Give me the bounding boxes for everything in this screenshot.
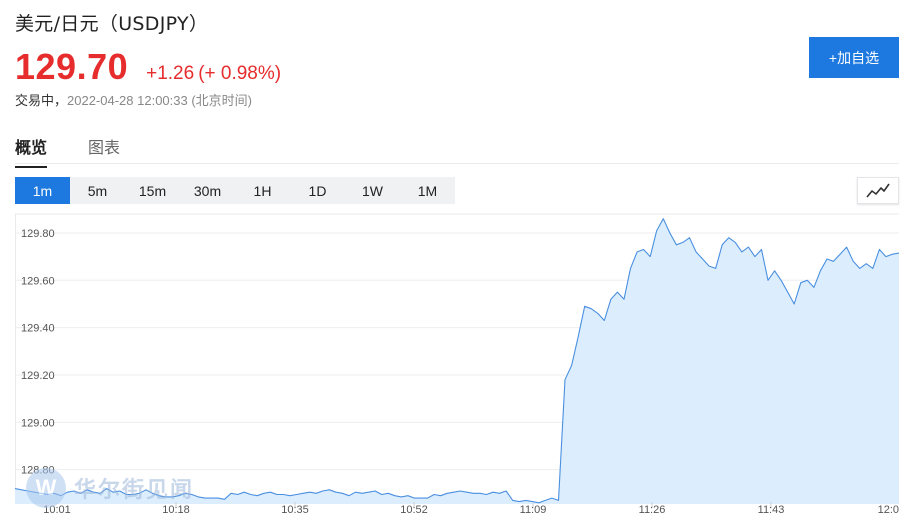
tab-bar: 概览 图表 bbox=[15, 128, 899, 168]
y-tick-label: 129.20 bbox=[21, 370, 55, 382]
price-change: +1.26 bbox=[146, 63, 195, 84]
tab-chart[interactable]: 图表 bbox=[88, 134, 120, 166]
chart-type-button[interactable] bbox=[857, 177, 899, 204]
price-chart-svg: 128.80 129.00 129.20 129.40 129.60 129.80 10:0… bbox=[14, 213, 900, 516]
y-tick-label: 128.80 bbox=[21, 465, 55, 477]
y-tick-label: 129.80 bbox=[21, 228, 55, 240]
period-5m[interactable]: 5m bbox=[70, 177, 125, 204]
period-1d[interactable]: 1D bbox=[290, 177, 345, 204]
price-chart[interactable]: 128.80 129.00 129.20 129.40 129.60 129.80 10:0… bbox=[14, 213, 900, 520]
x-tick-label: 10:18 bbox=[162, 504, 190, 516]
period-1mo[interactable]: 1M bbox=[400, 177, 455, 204]
price-area-fill bbox=[15, 218, 899, 504]
trading-status: 交易中，2022-04-28 12:00:33 (北京时间) bbox=[15, 90, 252, 109]
x-tick-label: 10:01 bbox=[43, 504, 71, 516]
x-tick-label: 11:09 bbox=[520, 504, 547, 516]
y-tick-label: 129.60 bbox=[21, 275, 55, 287]
tab-overview[interactable]: 概览 bbox=[15, 134, 48, 168]
add-watchlist-button[interactable]: +加自选 bbox=[809, 37, 899, 78]
period-selector: 1m 5m 15m 30m 1H 1D 1W 1M bbox=[15, 177, 455, 204]
quote-row: 129.70 +1.26 (+ 0.98%) bbox=[15, 46, 282, 87]
quote-timestamp: 2022-04-28 12:00:33 (北京时间) bbox=[67, 93, 252, 108]
page-title: 美元/日元（USDJPY） bbox=[15, 13, 209, 35]
status-label: 交易中， bbox=[15, 94, 68, 109]
period-30m[interactable]: 30m bbox=[180, 177, 235, 204]
period-1m[interactable]: 1m bbox=[15, 177, 70, 204]
x-tick-label: 11:26 bbox=[639, 504, 666, 516]
x-tick-label: 12:0 bbox=[878, 504, 899, 516]
y-tick-label: 129.40 bbox=[21, 323, 55, 335]
period-15m[interactable]: 15m bbox=[125, 177, 180, 204]
y-tick-label: 129.00 bbox=[21, 417, 55, 429]
x-tick-label: 11:43 bbox=[758, 504, 785, 516]
period-1w[interactable]: 1W bbox=[345, 177, 400, 204]
x-tick-label: 10:52 bbox=[400, 504, 428, 516]
period-1h[interactable]: 1H bbox=[235, 177, 290, 204]
x-tick-label: 10:35 bbox=[281, 504, 309, 516]
line-chart-icon bbox=[866, 183, 890, 198]
price-change-percent: (+ 0.98%) bbox=[198, 63, 282, 84]
current-price: 129.70 bbox=[15, 46, 129, 87]
